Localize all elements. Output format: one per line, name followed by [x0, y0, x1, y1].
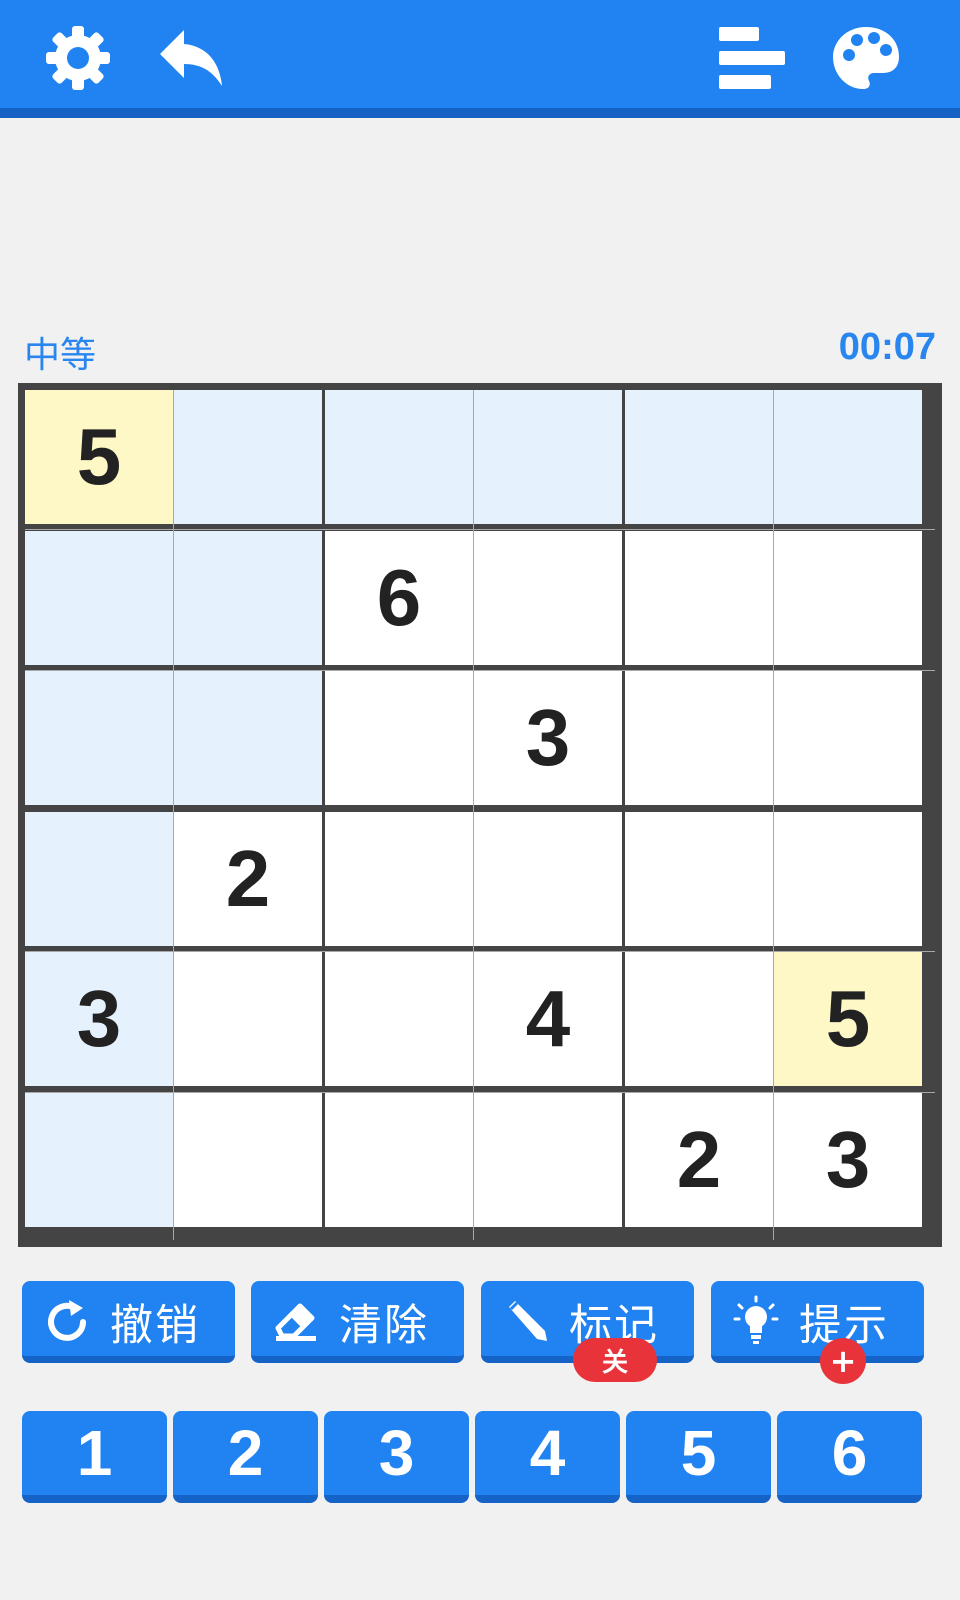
sudoku-cell-r3c2[interactable]	[174, 671, 322, 805]
sudoku-cell-r2c3[interactable]: 6	[325, 531, 473, 665]
undo-label: 撤销	[110, 1301, 200, 1351]
undo-arrow-icon[interactable]	[152, 20, 232, 96]
sudoku-cell-r6c3[interactable]	[325, 1093, 473, 1227]
rotate-arrow-icon	[42, 1295, 92, 1345]
top-bar	[0, 0, 960, 118]
sudoku-cell-r5c2[interactable]	[174, 952, 322, 1086]
sudoku-cell-r4c5[interactable]	[625, 812, 773, 946]
sudoku-cell-r5c5[interactable]	[625, 952, 773, 1086]
grid-line	[25, 951, 935, 952]
number-button-2[interactable]: 2	[173, 1411, 318, 1503]
sudoku-cell-r5c1[interactable]: 3	[25, 952, 173, 1086]
erase-label: 清除	[339, 1301, 429, 1351]
number-button-6[interactable]: 6	[777, 1411, 922, 1503]
hint-add-badge: +	[820, 1338, 866, 1384]
sudoku-cell-r3c5[interactable]	[625, 671, 773, 805]
sudoku-cell-r2c1[interactable]	[25, 531, 173, 665]
grid-line	[173, 390, 174, 1240]
sudoku-cell-r2c4[interactable]	[474, 531, 622, 665]
grid-line	[473, 390, 474, 1240]
sudoku-cell-r5c3[interactable]	[325, 952, 473, 1086]
sudoku-cell-r6c2[interactable]	[174, 1093, 322, 1227]
number-button-1[interactable]: 1	[22, 1411, 167, 1503]
sudoku-cell-r1c4[interactable]	[474, 390, 622, 524]
sudoku-cell-r2c6[interactable]	[774, 531, 922, 665]
grid-line	[773, 390, 774, 1240]
difficulty-label: 中等	[24, 335, 97, 376]
sudoku-cell-r3c4[interactable]: 3	[474, 671, 622, 805]
erase-button[interactable]: 清除	[251, 1281, 464, 1363]
number-button-4[interactable]: 4	[475, 1411, 620, 1503]
eraser-icon	[271, 1295, 321, 1345]
pencil-icon	[501, 1295, 551, 1345]
sudoku-cell-r1c6[interactable]	[774, 390, 922, 524]
hint-button[interactable]: 提示 +	[711, 1281, 924, 1384]
sudoku-cell-r4c3[interactable]	[325, 812, 473, 946]
grid-line	[25, 1092, 935, 1093]
sudoku-cell-r1c5[interactable]	[625, 390, 773, 524]
palette-icon[interactable]	[826, 20, 906, 96]
sudoku-cell-r6c1[interactable]	[25, 1093, 173, 1227]
grid-line	[25, 670, 935, 671]
sudoku-cell-r2c2[interactable]	[174, 531, 322, 665]
bar-chart-icon[interactable]	[712, 20, 792, 96]
timer: 00:07	[838, 326, 936, 368]
sudoku-cell-r6c4[interactable]	[474, 1093, 622, 1227]
sudoku-cell-r4c1[interactable]	[25, 812, 173, 946]
sudoku-cell-r4c4[interactable]	[474, 812, 622, 946]
number-button-5[interactable]: 5	[626, 1411, 771, 1503]
sudoku-cell-r3c3[interactable]	[325, 671, 473, 805]
grid-line	[25, 529, 935, 530]
sudoku-cell-r2c5[interactable]	[625, 531, 773, 665]
sudoku-cell-r1c3[interactable]	[325, 390, 473, 524]
sudoku-cell-r5c6[interactable]: 5	[774, 952, 922, 1086]
sudoku-cell-r5c4[interactable]: 4	[474, 952, 622, 1086]
undo-button[interactable]: 撤销	[22, 1281, 235, 1363]
notes-status-badge: 关	[573, 1338, 657, 1382]
sudoku-cell-r1c1[interactable]: 5	[25, 390, 173, 524]
sudoku-cell-r4c6[interactable]	[774, 812, 922, 946]
sudoku-cell-r6c5[interactable]: 2	[625, 1093, 773, 1227]
sudoku-board: 563234523	[18, 383, 942, 1247]
sudoku-cell-r6c6[interactable]: 3	[774, 1093, 922, 1227]
notes-button[interactable]: 标记 关	[481, 1281, 694, 1382]
number-button-3[interactable]: 3	[324, 1411, 469, 1503]
sudoku-cell-r3c1[interactable]	[25, 671, 173, 805]
sudoku-cell-r4c2[interactable]: 2	[174, 812, 322, 946]
gear-icon[interactable]	[38, 20, 118, 96]
sudoku-cell-r3c6[interactable]	[774, 671, 922, 805]
sudoku-cell-r1c2[interactable]	[174, 390, 322, 524]
lightbulb-icon	[731, 1295, 781, 1345]
